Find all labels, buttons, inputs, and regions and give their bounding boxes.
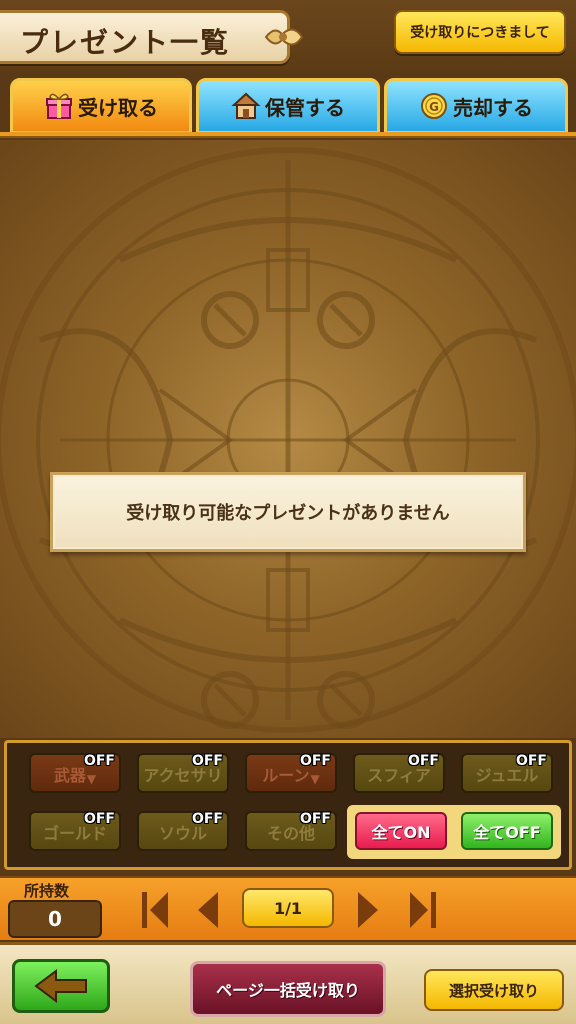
magic-circle-emblem	[0, 147, 576, 733]
empty-message-box: 受け取り可能なプレゼントがありません	[50, 472, 526, 552]
filter-jewel-button[interactable]: OFF ジュエル	[461, 753, 553, 793]
filter-weapon-label: 武器	[53, 766, 86, 785]
last-page-icon[interactable]	[404, 886, 440, 934]
back-button[interactable]	[12, 959, 110, 1013]
filter-state-badge: OFF	[83, 753, 115, 769]
header-bar: プレゼント一覧 受け取りにつきまして	[0, 0, 576, 76]
pager-bar: 所持数 0 1/1	[0, 876, 576, 940]
svg-text:G: G	[429, 100, 439, 114]
dropdown-arrow-icon: ▼	[86, 772, 97, 786]
filter-state-badge: OFF	[191, 753, 223, 769]
title-plate: プレゼント一覧	[0, 10, 290, 64]
tab-sell-label: 売却する	[453, 95, 533, 120]
first-page-icon[interactable]	[138, 886, 174, 934]
filter-state-badge: OFF	[299, 811, 331, 827]
page-title: プレゼント一覧	[20, 26, 231, 59]
filter-weapon-button[interactable]: OFF 武器 ▼	[29, 753, 121, 793]
filter-gold-button[interactable]: OFF ゴールド	[29, 811, 121, 851]
page-bulk-receive-button[interactable]: ページ一括受け取り	[190, 961, 386, 1017]
filter-accessory-button[interactable]: OFF アクセサリ	[137, 753, 229, 793]
page-indicator: 1/1	[242, 888, 334, 928]
prev-page-icon[interactable]	[190, 886, 226, 934]
owned-count-label: 所持数	[24, 882, 70, 900]
all-off-button[interactable]: 全てOFF	[461, 812, 553, 850]
filter-state-badge: OFF	[515, 753, 547, 769]
filter-other-button[interactable]: OFF その他	[245, 811, 337, 851]
all-toggle-group: 全てON 全てOFF	[347, 805, 561, 859]
all-on-button[interactable]: 全てON	[355, 812, 447, 850]
tab-receive[interactable]: 受け取る	[10, 78, 192, 134]
tab-underline	[0, 132, 576, 138]
back-arrow-icon	[34, 969, 87, 1003]
next-page-icon[interactable]	[350, 886, 386, 934]
present-list-area[interactable]: 受け取り可能なプレゼントがありません	[0, 140, 576, 738]
receive-notice-button[interactable]: 受け取りにつきまして	[394, 10, 566, 54]
fleur-ornament-icon	[264, 28, 304, 46]
empty-message-text: 受け取り可能なプレゼントがありません	[126, 503, 450, 524]
filter-sphere-button[interactable]: OFF スフィア	[353, 753, 445, 793]
tab-bar: 受け取る 保管する G 売却する	[0, 78, 576, 136]
bottom-action-bar: ページ一括受け取り 選択受け取り	[0, 942, 576, 1024]
filter-state-badge: OFF	[299, 753, 331, 769]
gift-icon	[46, 93, 72, 119]
tab-store[interactable]: 保管する	[196, 78, 380, 134]
gold-coin-icon: G	[421, 93, 447, 119]
filter-panel: OFF 武器 ▼ OFF アクセサリ OFF ルーン ▼ OFF スフィア OFF …	[4, 740, 572, 870]
filter-soul-button[interactable]: OFF ソウル	[137, 811, 229, 851]
filter-state-badge: OFF	[191, 811, 223, 827]
filter-rune-button[interactable]: OFF ルーン ▼	[245, 753, 337, 793]
filter-state-badge: OFF	[83, 811, 115, 827]
dropdown-arrow-icon: ▼	[310, 772, 320, 786]
tab-receive-label: 受け取る	[78, 95, 158, 120]
tab-sell[interactable]: G 売却する	[384, 78, 568, 134]
house-icon	[231, 92, 261, 119]
filter-state-badge: OFF	[407, 753, 439, 769]
tab-store-label: 保管する	[265, 95, 345, 120]
owned-count-value: 0	[8, 900, 102, 938]
select-receive-button[interactable]: 選択受け取り	[424, 969, 564, 1011]
